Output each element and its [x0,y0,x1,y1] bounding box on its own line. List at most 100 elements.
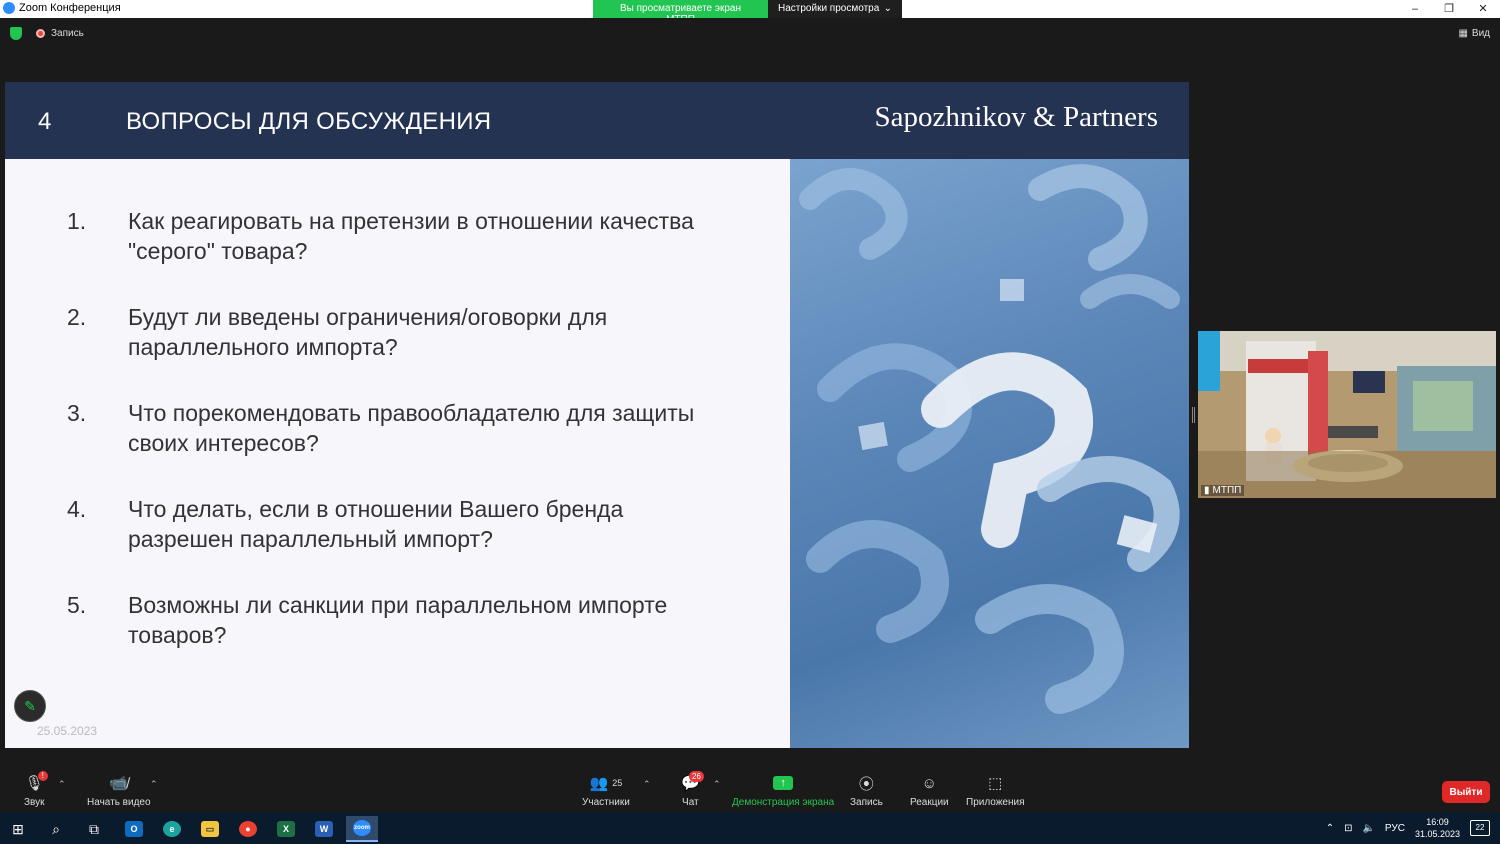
search-button[interactable]: ⌕ [40,816,72,842]
apps-icon: ⬚ [988,775,1003,792]
participants-button[interactable]: 👥 25 Участники [582,774,630,808]
question-text: Возможны ли санкции при параллельном имп… [128,592,668,648]
list-item: 4. Что делать, если в отношении Вашего б… [67,494,767,554]
chat-button[interactable]: 💬 26 Чат [681,771,704,808]
participants-icon: 👥 25 [589,775,623,792]
leave-meeting-button[interactable]: Выйти [1442,781,1490,803]
audio-button[interactable]: 🎙! Звук [24,771,48,808]
notifications-button[interactable]: 22 [1470,820,1490,836]
question-number: 3. [67,400,87,426]
window-title: Zoom Конференция [19,2,121,14]
language-indicator[interactable]: РУС [1385,823,1405,834]
participant-video-tile[interactable]: ▮ МТПП [1198,331,1496,498]
participants-options-caret[interactable]: ⌃ [643,779,651,790]
restore-button[interactable]: ❐ [1432,0,1466,18]
list-item: 5. Возможны ли санкции при параллельном … [67,590,767,650]
microphone-icon: 🎙! [25,771,48,792]
signal-bars-icon: ▮ [1204,485,1210,496]
share-banner-label: Вы просматриваете экран МТПП [593,0,768,25]
view-settings-button[interactable]: Настройки просмотра ⌄ [768,0,902,18]
search-icon: ⌕ [52,820,60,837]
participants-label: Участники [582,797,630,808]
split-resize-handle[interactable] [1192,407,1195,423]
list-item: 1. Как реагировать на претензии в отноше… [67,206,767,266]
reactions-button[interactable]: ☺ Реакции [910,774,949,809]
zoom-logo-icon [3,2,15,14]
chat-icon: 💬 26 [681,771,704,792]
participant-name-label: ▮ МТПП [1201,485,1245,496]
start-video-label: Начать видео [87,797,151,808]
question-number: 1. [67,208,87,234]
slide-number: 4 [38,108,52,135]
taskbar-chrome[interactable]: ● [232,816,264,842]
view-settings-label: Настройки просмотра [778,3,880,14]
minimize-button[interactable]: – [1398,0,1432,18]
network-icon[interactable]: ⊡ [1344,823,1352,834]
record-button[interactable]: ⦿ Запись [850,774,883,809]
video-off-icon: 📹̸ [109,775,129,792]
audio-label: Звук [24,797,45,808]
slide-title: ВОПРОСЫ ДЛЯ ОБСУЖДЕНИЯ [126,108,492,135]
slide-date: 25.05.2023 [37,724,98,738]
task-view-icon: ⧉ [89,820,99,837]
pencil-icon: ✎ [24,697,36,714]
taskbar-explorer[interactable]: ▭ [194,816,226,842]
meeting-top-bar: Запись ▦ Вид [0,18,1500,50]
taskbar-outlook[interactable]: O [118,816,150,842]
excel-icon: X [277,821,295,837]
chrome-icon: ● [239,821,257,837]
record-dot-icon [36,29,45,38]
question-number: 2. [67,304,87,330]
windows-logo-icon: ⊞ [12,820,24,837]
taskbar-excel[interactable]: X [270,816,302,842]
chevron-down-icon: ⌄ [883,3,892,14]
chevron-up-icon[interactable]: ⌃ [1326,823,1334,834]
clock-date: 31.05.2023 [1414,829,1460,839]
grid-view-icon: ▦ [1458,28,1468,39]
window-titlebar: Zoom Конференция Вы просматриваете экран… [0,0,1500,25]
outlook-icon: O [125,821,143,837]
share-screen-icon: ↑ [773,774,794,792]
close-button[interactable]: ✕ [1466,0,1500,18]
share-banner: Вы просматриваете экран МТПП Настройки п… [593,0,902,25]
video-options-caret[interactable]: ⌃ [150,779,158,790]
taskbar-edge[interactable]: e [156,816,188,842]
recording-indicator[interactable]: Запись [36,28,84,39]
start-video-button[interactable]: 📹̸ Начать видео [87,774,151,808]
security-shield-icon[interactable] [10,27,22,40]
volume-icon[interactable]: 🔈 [1362,823,1374,834]
folder-icon: ▭ [201,821,219,837]
question-text: Что делать, если в отношении Вашего брен… [128,496,624,552]
audio-warning-badge: ! [37,771,48,781]
question-text: Что порекомендовать правообладателю для … [128,400,695,456]
edge-icon: e [163,821,181,837]
shared-screen-slide: 4 ВОПРОСЫ ДЛЯ ОБСУЖДЕНИЯ Sapozhnikov & P… [5,82,1189,748]
participants-count: 25 [612,778,623,788]
meeting-toolbar: 🎙! Звук ⌃ 📹̸ Начать видео ⌃ 👥 25 Участник… [0,762,1500,812]
share-screen-button[interactable]: ↑ Демонстрация экрана [732,774,834,808]
question-marks-image [790,159,1189,748]
app-title-area: Zoom Конференция [3,2,121,14]
record-label: Запись [850,797,883,808]
chat-options-caret[interactable]: ⌃ [713,779,721,790]
annotate-pen-button[interactable]: ✎ [14,690,46,722]
apps-button[interactable]: ⬚ Приложения [966,774,1025,808]
task-view-button[interactable]: ⧉ [78,816,110,842]
system-tray: ⌃ ⊡ 🔈 РУС 16:09 31.05.2023 22 [1326,812,1500,844]
view-button[interactable]: ▦ Вид [1458,28,1490,39]
question-number: 5. [67,592,87,618]
zoom-app-icon: zoom [353,820,371,836]
question-text: Как реагировать на претензии в отношении… [128,208,694,264]
share-screen-label: Демонстрация экрана [732,797,835,808]
clock-time: 16:09 [1426,817,1449,827]
audio-options-caret[interactable]: ⌃ [58,779,66,790]
reactions-label: Реакции [910,797,949,808]
question-number: 4. [67,496,87,522]
clock[interactable]: 16:09 31.05.2023 [1415,816,1460,840]
window-controls: – ❐ ✕ [1398,0,1500,18]
chat-badge: 26 [689,771,704,782]
windows-start-button[interactable]: ⊞ [2,816,34,842]
question-text: Будут ли введены ограничения/оговорки дл… [128,304,608,360]
taskbar-word[interactable]: W [308,816,340,842]
taskbar-zoom[interactable]: zoom [346,816,378,842]
